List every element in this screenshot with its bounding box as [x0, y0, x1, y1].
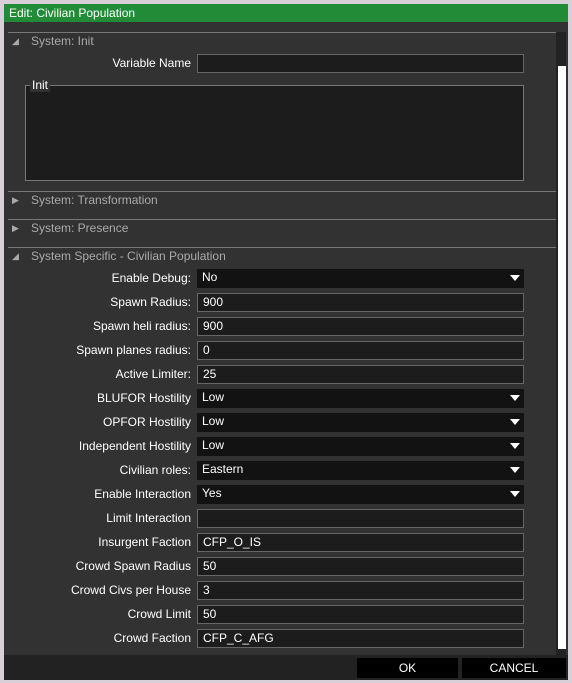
expand-triangle-icon: ▶	[12, 223, 19, 233]
chevron-down-icon[interactable]	[510, 419, 520, 425]
init-label: Init	[30, 78, 51, 92]
field-dropdown[interactable]: Eastern	[197, 461, 524, 480]
field-input[interactable]: 0	[197, 341, 524, 360]
field-dropdown[interactable]: No	[197, 269, 524, 288]
field-input[interactable]: 50	[197, 605, 524, 624]
field-label: Crowd Faction	[113, 631, 191, 645]
variable-name-label: Variable Name	[112, 56, 191, 70]
field-label: Insurgent Faction	[98, 535, 191, 549]
field-value: 3	[203, 583, 210, 597]
field-input[interactable]: 3	[197, 581, 524, 600]
chevron-down-icon[interactable]	[510, 443, 520, 449]
init-textarea[interactable]	[25, 85, 524, 181]
field-input[interactable]: 900	[197, 317, 524, 336]
cancel-button[interactable]: CANCEL	[462, 658, 566, 678]
scrollbar[interactable]	[556, 32, 566, 658]
field-value: No	[202, 270, 218, 284]
field-dropdown[interactable]: Low	[197, 389, 524, 408]
section-label: System: Transformation	[31, 193, 158, 207]
field-value: CFP_O_IS	[203, 535, 262, 549]
section-header[interactable]: ◢ System: Init	[8, 32, 556, 49]
field-dropdown[interactable]: Yes	[197, 485, 524, 504]
field-label: Enable Interaction	[94, 487, 191, 501]
scrollbar-thumb[interactable]	[558, 66, 566, 649]
field-input[interactable]: 50	[197, 557, 524, 576]
field-value: 900	[203, 319, 224, 333]
section-label: System Specific - Civilian Population	[31, 249, 226, 263]
field-input[interactable]: CFP_O_IS	[197, 533, 524, 552]
field-label: Spawn planes radius:	[76, 343, 191, 357]
section-header[interactable]: ◢ System Specific - Civilian Population	[8, 247, 556, 264]
chevron-down-icon[interactable]	[510, 467, 520, 473]
field-value: Low	[202, 414, 225, 428]
field-value: 50	[203, 607, 217, 621]
field-value: 0	[203, 343, 210, 357]
field-value: 25	[203, 367, 217, 381]
field-input[interactable]	[197, 509, 524, 528]
field-label: OPFOR Hostility	[102, 415, 191, 429]
field-value: Yes	[202, 486, 222, 500]
field-label: Independent Hostility	[78, 439, 191, 453]
chevron-down-icon[interactable]	[510, 395, 520, 401]
field-label: Limit Interaction	[106, 511, 191, 525]
field-label: Spawn heli radius:	[92, 319, 191, 333]
field-dropdown[interactable]: Low	[197, 437, 524, 456]
field-label: Crowd Spawn Radius	[75, 559, 191, 573]
dialog-footer: OK CANCEL	[4, 655, 568, 680]
field-value: Eastern	[202, 462, 244, 476]
field-dropdown[interactable]: Low	[197, 413, 524, 432]
field-input[interactable]: 25	[197, 365, 524, 384]
variable-name-input[interactable]	[197, 54, 524, 73]
chevron-down-icon[interactable]	[510, 275, 520, 281]
collapse-triangle-icon: ◢	[12, 251, 19, 261]
field-input[interactable]: 900	[197, 293, 524, 312]
chevron-down-icon[interactable]	[510, 491, 520, 497]
section-header[interactable]: ▶ System: Presence	[8, 219, 556, 236]
field-label: Enable Debug:	[111, 271, 191, 285]
field-input[interactable]: CFP_C_AFG	[197, 629, 524, 648]
section-header[interactable]: ▶ System: Transformation	[8, 191, 556, 208]
dialog-title: Edit: Civilian Population	[4, 4, 568, 22]
field-value: 900	[203, 295, 224, 309]
field-value: Low	[202, 390, 225, 404]
field-label: Crowd Civs per House	[70, 583, 191, 597]
field-label: Spawn Radius:	[110, 295, 191, 309]
section-label: System: Presence	[31, 221, 129, 235]
ok-button[interactable]: OK	[357, 658, 458, 678]
field-label: Active Limiter:	[115, 367, 191, 381]
expand-triangle-icon: ▶	[12, 195, 19, 205]
section-label: System: Init	[31, 34, 94, 48]
field-label: Civilian roles:	[119, 463, 191, 477]
field-label: Crowd Limit	[127, 607, 191, 621]
field-value: Low	[202, 438, 225, 452]
field-value: CFP_C_AFG	[203, 631, 274, 645]
edit-dialog: Edit: Civilian Population ◢ System: Init ▶…	[4, 4, 568, 680]
collapse-triangle-icon: ◢	[12, 36, 19, 46]
field-value: 50	[203, 559, 217, 573]
field-label: BLUFOR Hostility	[96, 391, 191, 405]
